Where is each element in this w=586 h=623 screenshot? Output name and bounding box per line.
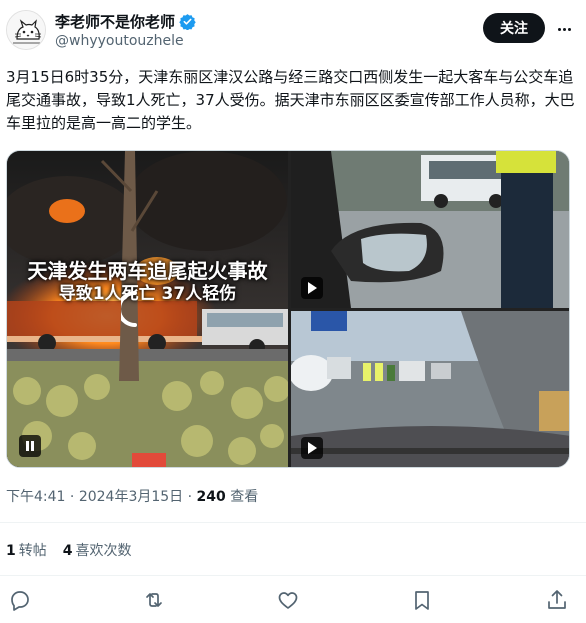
play-icon[interactable] (301, 277, 323, 299)
reposts-label: 转帖 (18, 543, 47, 559)
road-scene (291, 311, 569, 467)
likes-count: 4 (62, 543, 73, 559)
reposts-count: 1 (6, 543, 16, 559)
tweet-action-bar (0, 586, 586, 616)
reposts-stat[interactable]: 1 转帖 (6, 540, 47, 560)
video-road-scene[interactable] (291, 311, 569, 467)
play-icon[interactable] (301, 437, 323, 459)
like-icon[interactable] (276, 588, 300, 612)
more-options-icon[interactable] (552, 18, 576, 40)
reply-icon[interactable] (8, 588, 32, 612)
tweet-text: 3月15日6时35分，天津东丽区津汉公路与经三路交口西侧发生一起大客车与公交车追… (6, 68, 575, 132)
views-label: 查看 (230, 489, 259, 505)
pause-icon[interactable] (19, 435, 41, 457)
tweet-time[interactable]: 下午4:41 (6, 489, 65, 505)
avatar[interactable] (6, 10, 46, 50)
author-display-name[interactable]: 李老师不是你老师 (55, 11, 175, 32)
avatar-cat-drawing (7, 11, 45, 49)
tweet-stats: 1 转帖 4 喜欢次数 (6, 540, 132, 560)
media-grid: 天津发生两车追尾起火事故 导致1人死亡 37人轻伤 (6, 150, 570, 468)
repost-icon[interactable] (142, 588, 166, 612)
tweet-header: 李老师不是你老师 @whyyoutouzhele 关注 (0, 0, 586, 62)
share-icon[interactable] (545, 588, 569, 612)
meta-separator: · (69, 489, 75, 505)
author-name-row[interactable]: 李老师不是你老师 (55, 11, 196, 32)
car-interior-scene (291, 151, 569, 308)
video-car-interior[interactable] (291, 151, 569, 308)
likes-label: 喜欢次数 (75, 543, 132, 559)
loading-spinner-icon (121, 291, 137, 327)
divider (0, 575, 586, 576)
meta-separator: · (187, 489, 193, 505)
views-count: 240 (196, 489, 226, 505)
video-bus-fire[interactable]: 天津发生两车追尾起火事故 导致1人死亡 37人轻伤 (7, 151, 288, 467)
tweet-date[interactable]: 2024年3月15日 (79, 489, 183, 505)
tweet-meta: 下午4:41 · 2024年3月15日 · 240 查看 (6, 486, 258, 506)
follow-button[interactable]: 关注 (483, 13, 545, 43)
likes-stat[interactable]: 4 喜欢次数 (63, 540, 132, 560)
divider (0, 522, 586, 523)
verified-badge-icon (179, 14, 196, 30)
author-handle[interactable]: @whyyoutouzhele (55, 33, 184, 49)
bookmark-icon[interactable] (410, 588, 434, 612)
